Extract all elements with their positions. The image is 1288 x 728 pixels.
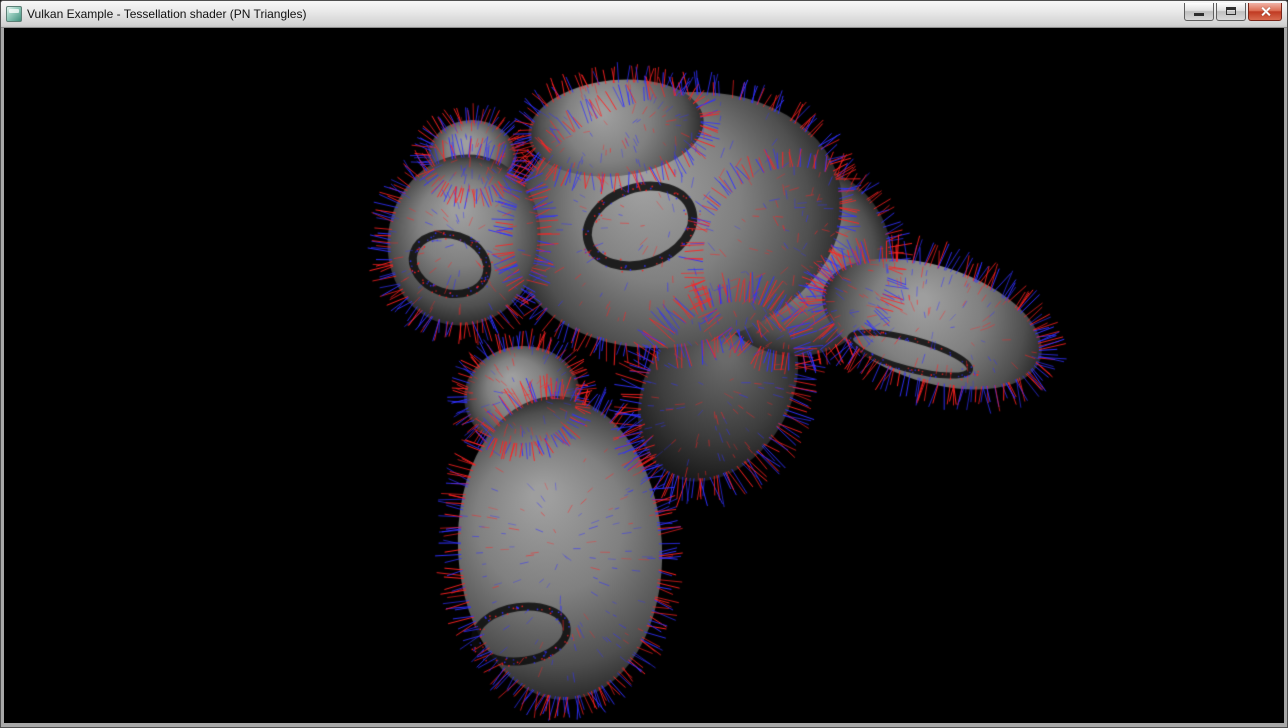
app-icon (6, 6, 22, 22)
close-icon (1260, 6, 1271, 17)
minimize-icon (1194, 13, 1204, 16)
render-canvas[interactable] (4, 28, 1284, 723)
app-window: Vulkan Example - Tessellation shader (PN… (0, 0, 1288, 728)
close-button[interactable] (1248, 3, 1282, 21)
viewport-frame (1, 28, 1287, 727)
window-controls (1184, 3, 1282, 21)
titlebar[interactable]: Vulkan Example - Tessellation shader (PN… (1, 1, 1287, 28)
window-title: Vulkan Example - Tessellation shader (PN… (27, 1, 1179, 28)
maximize-icon (1226, 7, 1236, 15)
minimize-button[interactable] (1184, 3, 1214, 21)
maximize-button[interactable] (1216, 3, 1246, 21)
